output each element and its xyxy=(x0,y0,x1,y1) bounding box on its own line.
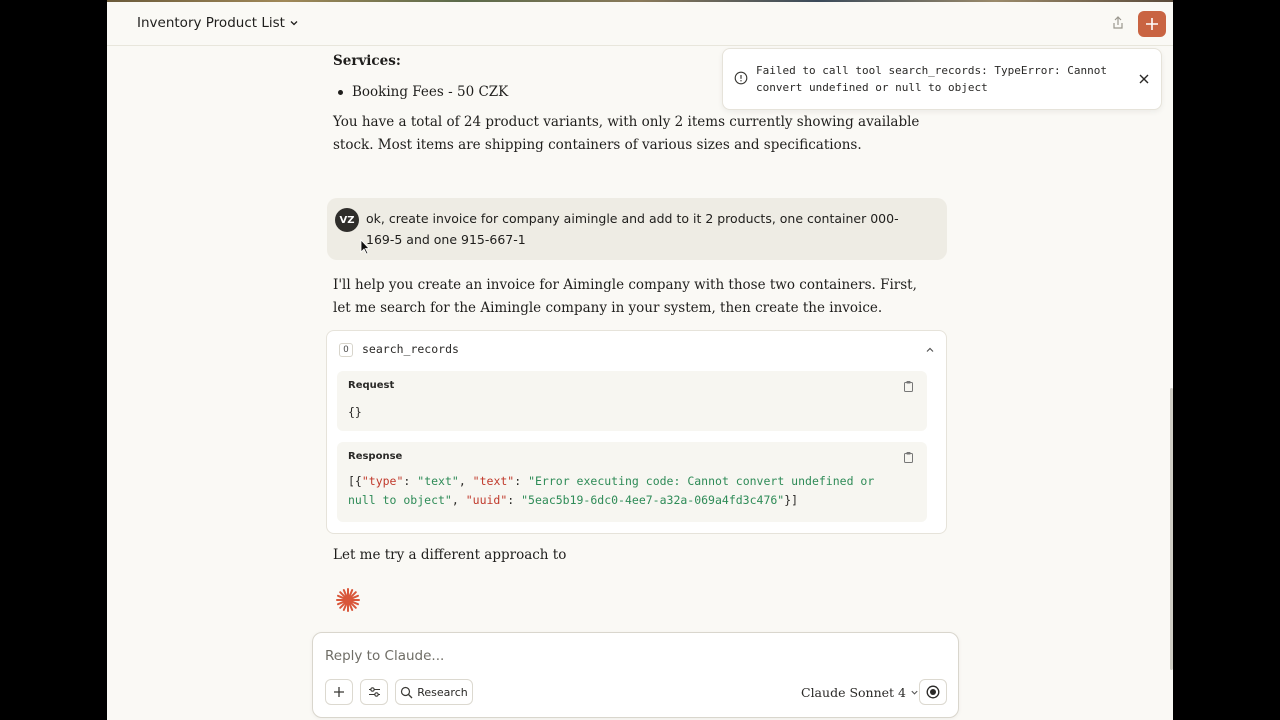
alert-circle-icon xyxy=(734,71,748,85)
plus-icon xyxy=(1146,18,1158,30)
sliders-icon xyxy=(368,687,380,697)
tools-button[interactable] xyxy=(360,679,388,705)
share-icon[interactable] xyxy=(1109,14,1127,32)
json-string: "text" xyxy=(417,474,459,488)
chevron-down-icon xyxy=(911,690,918,695)
json-punct: , xyxy=(451,493,466,507)
chevron-down-icon xyxy=(290,21,298,26)
tool-call-card: O search_records Request {} Response [{"… xyxy=(326,330,947,534)
response-label: Response xyxy=(348,451,403,462)
close-icon[interactable] xyxy=(1136,71,1152,87)
mouse-cursor-icon xyxy=(360,239,370,255)
bullet-dot xyxy=(338,90,343,95)
json-punct: , xyxy=(458,474,473,488)
search-icon xyxy=(401,686,413,698)
request-body: {} xyxy=(348,405,362,419)
avatar: VZ xyxy=(335,208,359,232)
chevron-up-icon[interactable] xyxy=(923,343,937,357)
tool-status-icon: O xyxy=(339,343,353,357)
conversation-title: Inventory Product List xyxy=(137,15,285,31)
json-punct: : xyxy=(514,474,529,488)
tool-name[interactable]: search_records xyxy=(362,342,459,356)
voice-mode-button[interactable] xyxy=(919,679,947,705)
user-message-text: ok, create invoice for company aimingle … xyxy=(366,211,899,247)
plus-icon xyxy=(334,687,344,697)
record-icon xyxy=(926,685,940,699)
tool-response-panel: Response [{"type": "text", "text": "Erro… xyxy=(337,442,927,522)
service-item-text: Booking Fees - 50 CZK xyxy=(352,84,509,100)
json-punct: }] xyxy=(784,493,799,507)
list-item: Booking Fees - 50 CZK xyxy=(338,81,508,104)
top-bar: Inventory Product List xyxy=(107,2,1173,46)
research-label: Research xyxy=(417,685,468,699)
json-punct: : xyxy=(403,474,418,488)
conversation-title-menu[interactable]: Inventory Product List xyxy=(137,15,299,31)
json-key: "text" xyxy=(472,474,515,488)
research-button[interactable]: Research xyxy=(395,679,473,705)
json-key: "type" xyxy=(361,474,404,488)
copy-icon[interactable] xyxy=(903,451,914,463)
assistant-reply-text: I'll help you create an invoice for Aimi… xyxy=(333,277,917,316)
tool-request-panel: Request {} xyxy=(337,371,927,431)
assistant-followup-text: Let me try a different approach to xyxy=(333,547,567,563)
new-chat-button[interactable] xyxy=(1138,11,1166,37)
json-string: "5eac5b19-6dc0-4ee7-a32a-069a4fd3c476" xyxy=(521,493,785,507)
json-key: "uuid" xyxy=(465,493,508,507)
error-toast: Failed to call tool search_records: Type… xyxy=(722,48,1162,110)
copy-icon[interactable] xyxy=(903,380,914,392)
attach-button[interactable] xyxy=(325,679,353,705)
request-label: Request xyxy=(348,380,395,391)
claude-spark-icon xyxy=(336,588,360,612)
json-punct: : xyxy=(507,493,522,507)
json-punct: [{ xyxy=(348,474,362,488)
model-name: Claude Sonnet 4 xyxy=(801,685,906,700)
error-toast-message: Failed to call tool search_records: Type… xyxy=(756,64,1107,94)
message-composer: Reply to Claude... Research Claude Sonne… xyxy=(312,632,959,718)
response-body: [{"type": "text", "text": "Error executi… xyxy=(348,472,908,510)
scrollbar-thumb[interactable] xyxy=(1170,388,1173,670)
model-selector[interactable]: Claude Sonnet 4 xyxy=(801,685,919,700)
services-heading: Services: xyxy=(333,53,401,69)
assistant-summary-text: You have a total of 24 product variants,… xyxy=(333,114,920,153)
user-message: VZ ok, create invoice for company aiming… xyxy=(327,198,947,260)
reply-input[interactable]: Reply to Claude... xyxy=(325,648,444,664)
chat-app: Inventory Product List Services: Booking… xyxy=(107,2,1173,720)
